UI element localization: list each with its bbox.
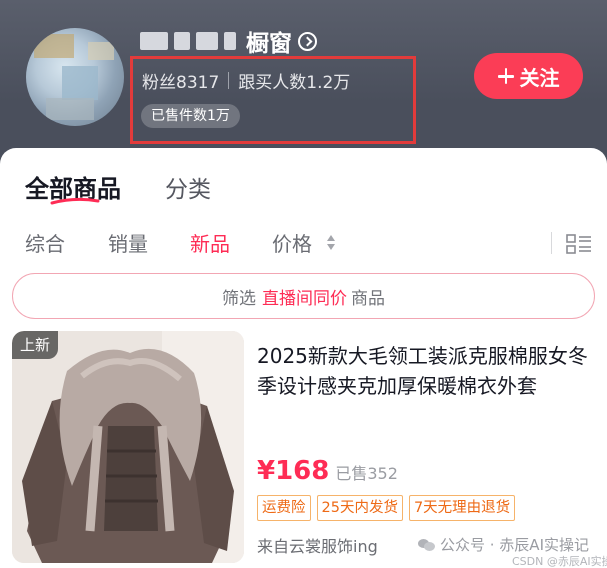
badge-return-policy: 7天无理由退货 xyxy=(408,495,516,521)
avatar[interactable] xyxy=(26,28,124,126)
new-arrival-tag: 上新 xyxy=(12,331,59,359)
stats-highlight-box: 粉丝8317 跟买人数1.2万 已售件数1万 xyxy=(130,56,416,144)
redacted-name-block xyxy=(196,32,218,50)
sort-sales[interactable]: 销量 xyxy=(108,228,148,257)
fans-count: 粉丝8317 xyxy=(142,73,220,93)
jacket-illustration xyxy=(12,331,244,563)
store-header: 橱窗 粉丝8317 跟买人数1.2万 已售件数1万 关注 xyxy=(0,0,607,170)
plus-icon xyxy=(497,68,514,84)
sort-divider xyxy=(551,232,552,254)
sort-new[interactable]: 新品 xyxy=(190,228,230,257)
tab-underline-indicator xyxy=(50,197,100,205)
avatar-pixel xyxy=(34,34,74,58)
stats-line: 粉丝8317 跟买人数1.2万 xyxy=(142,68,350,93)
redacted-name-block xyxy=(174,32,190,50)
circle-arrow-right-icon[interactable] xyxy=(298,31,317,51)
sort-bar: 综合 销量 新品 价格 xyxy=(0,228,607,258)
service-badges: 运费险 25天内发货 7天无理由退货 xyxy=(257,495,521,521)
watermark-text: 公众号 · 赤辰AI实操记 xyxy=(440,536,589,554)
sort-comprehensive[interactable]: 综合 xyxy=(25,228,65,257)
tab-categories[interactable]: 分类 xyxy=(165,170,211,204)
filter-prefix: 筛选 xyxy=(222,288,256,309)
product-price: ¥168 xyxy=(257,456,330,486)
wechat-watermark: 公众号 · 赤辰AI实操记 xyxy=(418,534,589,555)
shop-source[interactable]: 来自云裳服饰ing xyxy=(257,533,378,557)
badge-shipping-insurance: 运费险 xyxy=(257,495,311,521)
store-name: 橱窗 xyxy=(246,31,292,57)
same-price-filter[interactable]: 筛选 直播间同价 商品 xyxy=(12,273,595,319)
sold-count-pill: 已售件数1万 xyxy=(141,104,240,128)
follow-label: 关注 xyxy=(519,65,560,90)
filter-highlight: 直播间同价 xyxy=(262,288,347,309)
avatar-pixel xyxy=(62,66,98,100)
product-sheet: 全部商品 分类 综合 销量 新品 价格 筛选 直播间同价 商品 上新 2025新… xyxy=(0,148,607,568)
sort-price[interactable]: 价格 xyxy=(272,228,312,257)
wechat-icon xyxy=(418,538,436,552)
price-row: ¥168 已售352 xyxy=(257,456,398,486)
product-title[interactable]: 2025新款大毛领工装派克服棉服女冬季设计感夹克加厚保暖棉衣外套 xyxy=(257,341,602,401)
avatar-pixel xyxy=(46,98,94,120)
product-image[interactable]: 上新 xyxy=(12,331,244,563)
product-sold-count: 已售352 xyxy=(335,464,398,483)
badge-delivery-time: 25天内发货 xyxy=(316,495,403,521)
redacted-name-block xyxy=(140,32,168,50)
csdn-watermark: CSDN @赤辰AI实操记 xyxy=(512,555,607,568)
store-name-row[interactable]: 橱窗 xyxy=(140,22,317,60)
redacted-name-block xyxy=(224,32,236,50)
buyers-count: 跟买人数1.2万 xyxy=(238,73,351,93)
follow-button[interactable]: 关注 xyxy=(474,53,583,99)
product-card[interactable]: 上新 2025新款大毛领工装派克服棉服女冬季设计感夹克加厚保暖棉衣外套 ¥168… xyxy=(12,331,607,568)
stats-divider xyxy=(228,72,230,89)
sort-arrows-icon[interactable] xyxy=(326,235,336,251)
filter-suffix: 商品 xyxy=(351,288,385,309)
list-layout-icon[interactable] xyxy=(566,234,592,254)
avatar-pixel xyxy=(88,42,114,60)
